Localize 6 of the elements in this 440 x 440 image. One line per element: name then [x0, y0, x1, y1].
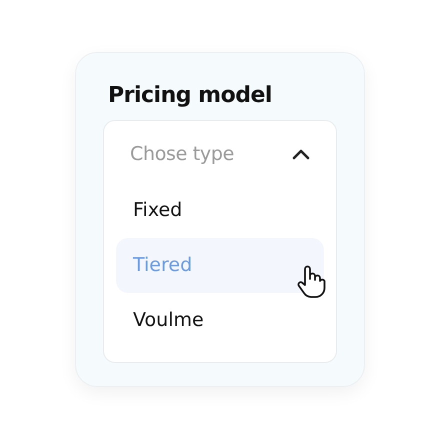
dropdown-option[interactable]: Fixed: [116, 183, 324, 238]
dropdown-option[interactable]: Voulme: [116, 293, 324, 348]
section-title: Pricing model: [108, 82, 273, 110]
chevron-up-icon: [292, 148, 310, 160]
dropdown[interactable]: Chose type Fixed Tiered Voulme: [103, 120, 337, 363]
hand-cursor-icon: [296, 265, 326, 299]
